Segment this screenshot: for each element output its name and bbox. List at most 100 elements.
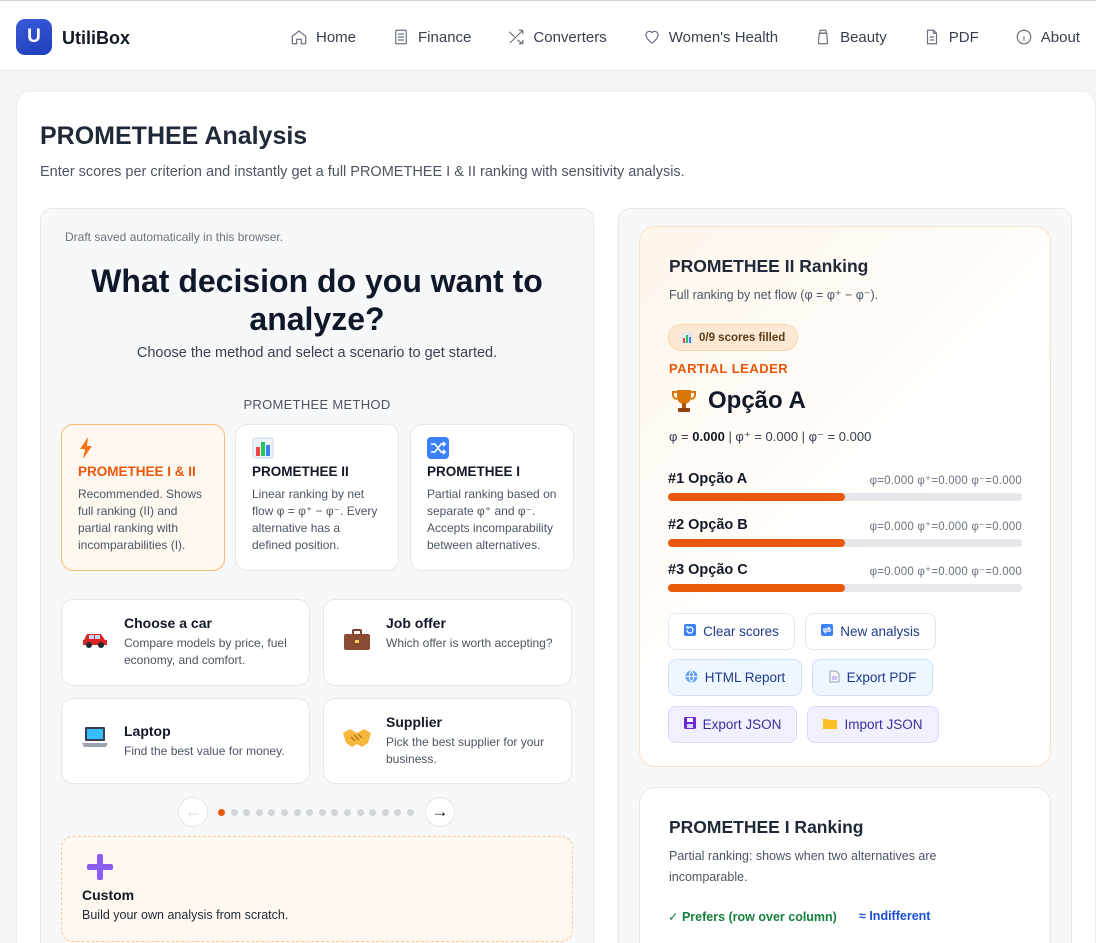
plus-icon: [86, 853, 114, 886]
pager-next-button[interactable]: →: [425, 797, 455, 827]
pager-dot[interactable]: [255, 809, 263, 816]
pager-dot[interactable]: [293, 809, 301, 816]
nav-home[interactable]: Home: [290, 28, 356, 46]
scenario-title: Choose a car: [124, 615, 212, 631]
page-subtitle: Enter scores per criterion and instantly…: [40, 164, 685, 180]
laptop-icon: [80, 725, 110, 756]
top-navbar: U UtiliBox Home Finance Converters Women…: [0, 0, 1096, 71]
pager-dot[interactable]: [230, 809, 238, 816]
ranking-row: #2 Opção B φ=0.000 φ⁺=0.000 φ⁻=0.000: [668, 517, 1022, 557]
brand-name[interactable]: UtiliBox: [62, 28, 130, 49]
export-pdf-button[interactable]: Export PDF: [812, 659, 933, 696]
pager-dot[interactable]: [268, 809, 276, 816]
scenario-desc: Pick the best supplier for your business…: [386, 735, 545, 766]
export-json-label: Export JSON: [702, 717, 782, 732]
method-section-label: PROMETHEE METHOD: [243, 397, 391, 412]
pager-dot[interactable]: [306, 809, 314, 816]
export-json-button[interactable]: Export JSON: [668, 706, 797, 743]
html-report-label: HTML Report: [704, 670, 786, 685]
scenario-card-laptop[interactable]: Laptop Find the best value for money.: [61, 698, 310, 784]
method-card-promethee-1[interactable]: PROMETHEE I Partial ranking based on sep…: [410, 424, 574, 571]
pager-dot[interactable]: [356, 809, 364, 816]
setup-subheading: Choose the method and select a scenario …: [136, 345, 498, 361]
pager-dot[interactable]: [243, 809, 251, 816]
scenario-desc: Compare models by price, fuel economy, a…: [124, 636, 287, 667]
method-title: PROMETHEE II: [252, 464, 349, 479]
ranking-row-label: #2 Opção B: [668, 517, 748, 533]
legend-prefers: ✓ Prefers (row over column): [668, 910, 837, 924]
shuffle-icon: [509, 29, 524, 45]
pager-dot[interactable]: [331, 809, 339, 816]
scenario-desc: Find the best value for money.: [124, 744, 285, 758]
ranking1-subtitle: Partial ranking: shows when two alternat…: [669, 849, 937, 884]
clear-scores-button[interactable]: Clear scores: [668, 613, 795, 650]
nav-pdf[interactable]: PDF: [923, 28, 979, 46]
trophy-icon: [672, 388, 696, 414]
bar-chart-icon: [252, 437, 274, 459]
pager-prev-button[interactable]: ←: [178, 797, 208, 827]
custom-desc: Build your own analysis from scratch.: [82, 908, 289, 922]
pager-dot[interactable]: [407, 809, 414, 816]
main-nav: Home Finance Converters Women's Health B…: [290, 27, 1080, 47]
ranking-bar-fill: [668, 493, 845, 501]
custom-analysis-card[interactable]: Custom Build your own analysis from scra…: [61, 836, 573, 942]
nav-converters[interactable]: Converters: [507, 28, 607, 46]
bar-chart-icon: [681, 331, 693, 344]
method-desc: Recommended. Shows full ranking (II) and…: [78, 487, 203, 552]
nav-about-label: About: [1040, 28, 1080, 46]
ranking-row-label: #1 Opção A: [668, 471, 748, 487]
phi-value: 0.000: [692, 429, 725, 444]
scenario-title: Job offer: [386, 615, 446, 631]
home-icon: [291, 30, 307, 45]
custom-title: Custom: [82, 887, 135, 903]
briefcase-icon: [342, 628, 372, 659]
method-card-promethee-2[interactable]: PROMETHEE II Linear ranking by net flow …: [235, 424, 399, 571]
ranking-bar-track: [668, 584, 1022, 592]
pager-dot[interactable]: [369, 809, 377, 816]
ranking-bar-fill: [668, 584, 845, 592]
heart-icon: [645, 30, 659, 44]
folder-icon: [823, 717, 838, 732]
nav-beauty[interactable]: Beauty: [814, 28, 887, 46]
nav-pdf-label: PDF: [948, 28, 979, 46]
file-icon: [829, 670, 840, 686]
pager-dot[interactable]: [318, 809, 326, 816]
scenario-card-job-offer[interactable]: Job offer Which offer is worth accepting…: [323, 599, 572, 686]
scenario-desc: Which offer is worth accepting?: [386, 636, 553, 650]
shuffle-icon: [427, 437, 449, 459]
legend-indifferent: ≈ Indifferent: [859, 909, 931, 923]
leader-name: Opção A: [708, 387, 806, 414]
import-json-button[interactable]: Import JSON: [807, 706, 939, 743]
logo-icon[interactable]: U: [16, 19, 52, 55]
pager-dot[interactable]: [218, 809, 225, 816]
leader-flows: φ = 0.000 | φ⁺ = 0.000 | φ⁻ = 0.000: [669, 429, 871, 445]
badge-label: 0/9 scores filled: [699, 331, 786, 344]
pager-dot[interactable]: [394, 809, 402, 816]
method-title: PROMETHEE I: [427, 464, 521, 479]
nav-about[interactable]: About: [1015, 28, 1080, 46]
html-report-button[interactable]: HTML Report: [668, 659, 802, 696]
scenario-card-car[interactable]: Choose a car Compare models by price, fu…: [61, 599, 310, 686]
scenario-card-supplier[interactable]: Supplier Pick the best supplier for your…: [323, 698, 572, 784]
export-pdf-label: Export PDF: [846, 670, 917, 685]
nav-home-label: Home: [316, 28, 357, 46]
document-icon: [395, 29, 407, 45]
ranking-row-flows: φ=0.000 φ⁺=0.000 φ⁻=0.000: [869, 566, 1022, 578]
new-analysis-button[interactable]: New analysis: [805, 613, 936, 650]
phi-rest: | φ⁺ = 0.000 | φ⁻ = 0.000: [728, 429, 872, 444]
file-icon: [926, 29, 937, 45]
nav-womens-health[interactable]: Women's Health: [643, 28, 778, 46]
ranking-row-flows: φ=0.000 φ⁺=0.000 φ⁻=0.000: [869, 521, 1022, 533]
pager-dot[interactable]: [344, 809, 351, 816]
method-desc: Partial ranking based on separate φ⁺ and…: [427, 487, 557, 552]
ranking-row-label: #3 Opção C: [668, 562, 748, 578]
setup-heading: What decision do you want to analyze?: [91, 263, 543, 337]
method-desc: Linear ranking by net flow φ = φ⁺ − φ⁻. …: [252, 487, 378, 552]
ranking-bar-track: [668, 539, 1022, 547]
ranking-bar-track: [668, 493, 1022, 501]
pager-dot[interactable]: [381, 809, 389, 816]
method-card-promethee-1-2[interactable]: PROMETHEE I & II Recommended. Shows full…: [61, 424, 225, 571]
ranking-row: #3 Opção C φ=0.000 φ⁺=0.000 φ⁻=0.000: [668, 562, 1022, 602]
nav-finance[interactable]: Finance: [392, 28, 471, 46]
pager-dot[interactable]: [281, 809, 288, 816]
